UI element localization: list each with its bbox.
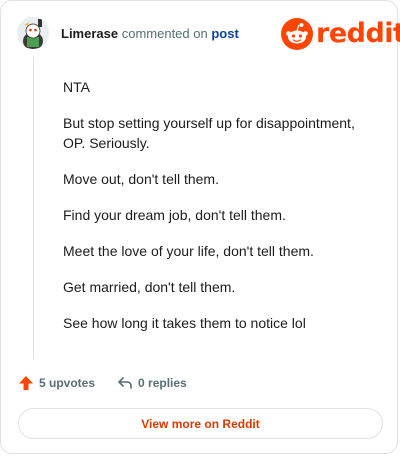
comment-paragraph: But stop setting yourself up for disappo… bbox=[63, 115, 355, 151]
post-link[interactable]: post bbox=[211, 26, 238, 41]
thread-line bbox=[33, 57, 34, 359]
comment-paragraph: Get married, don't tell them. bbox=[63, 279, 236, 295]
comment-actions: 5 upvotes 0 replies bbox=[18, 373, 187, 393]
comment-paragraph: See how long it takes them to notice lol bbox=[63, 315, 306, 331]
reddit-snoo-icon bbox=[281, 18, 313, 50]
reply-button[interactable]: 0 replies bbox=[117, 375, 187, 391]
comment-action-text: commented on bbox=[121, 26, 208, 41]
username[interactable]: Limerase bbox=[61, 26, 118, 41]
reply-count: 0 replies bbox=[138, 376, 187, 390]
comment-paragraph: Move out, don't tell them. bbox=[63, 171, 219, 187]
upvote-arrow-icon bbox=[19, 376, 33, 390]
reply-arrow-icon bbox=[118, 377, 132, 389]
comment-header: Limerase commented on post bbox=[61, 26, 239, 41]
comment-body: NTA But stop setting yourself up for dis… bbox=[63, 77, 373, 349]
comment-paragraph: NTA bbox=[63, 79, 90, 95]
comment-card: Limerase commented on post reddit NTA Bu… bbox=[0, 0, 400, 454]
user-avatar[interactable] bbox=[17, 17, 49, 49]
view-more-button[interactable]: View more on Reddit bbox=[18, 408, 383, 439]
upvote-button[interactable]: 5 upvotes bbox=[18, 375, 95, 391]
reddit-wordmark: reddit bbox=[316, 18, 400, 49]
reddit-logo[interactable]: reddit bbox=[281, 18, 400, 50]
comment-paragraph: Find your dream job, don't tell them. bbox=[63, 207, 286, 223]
comment-paragraph: Meet the love of your life, don't tell t… bbox=[63, 243, 314, 259]
upvote-count: 5 upvotes bbox=[39, 376, 96, 390]
